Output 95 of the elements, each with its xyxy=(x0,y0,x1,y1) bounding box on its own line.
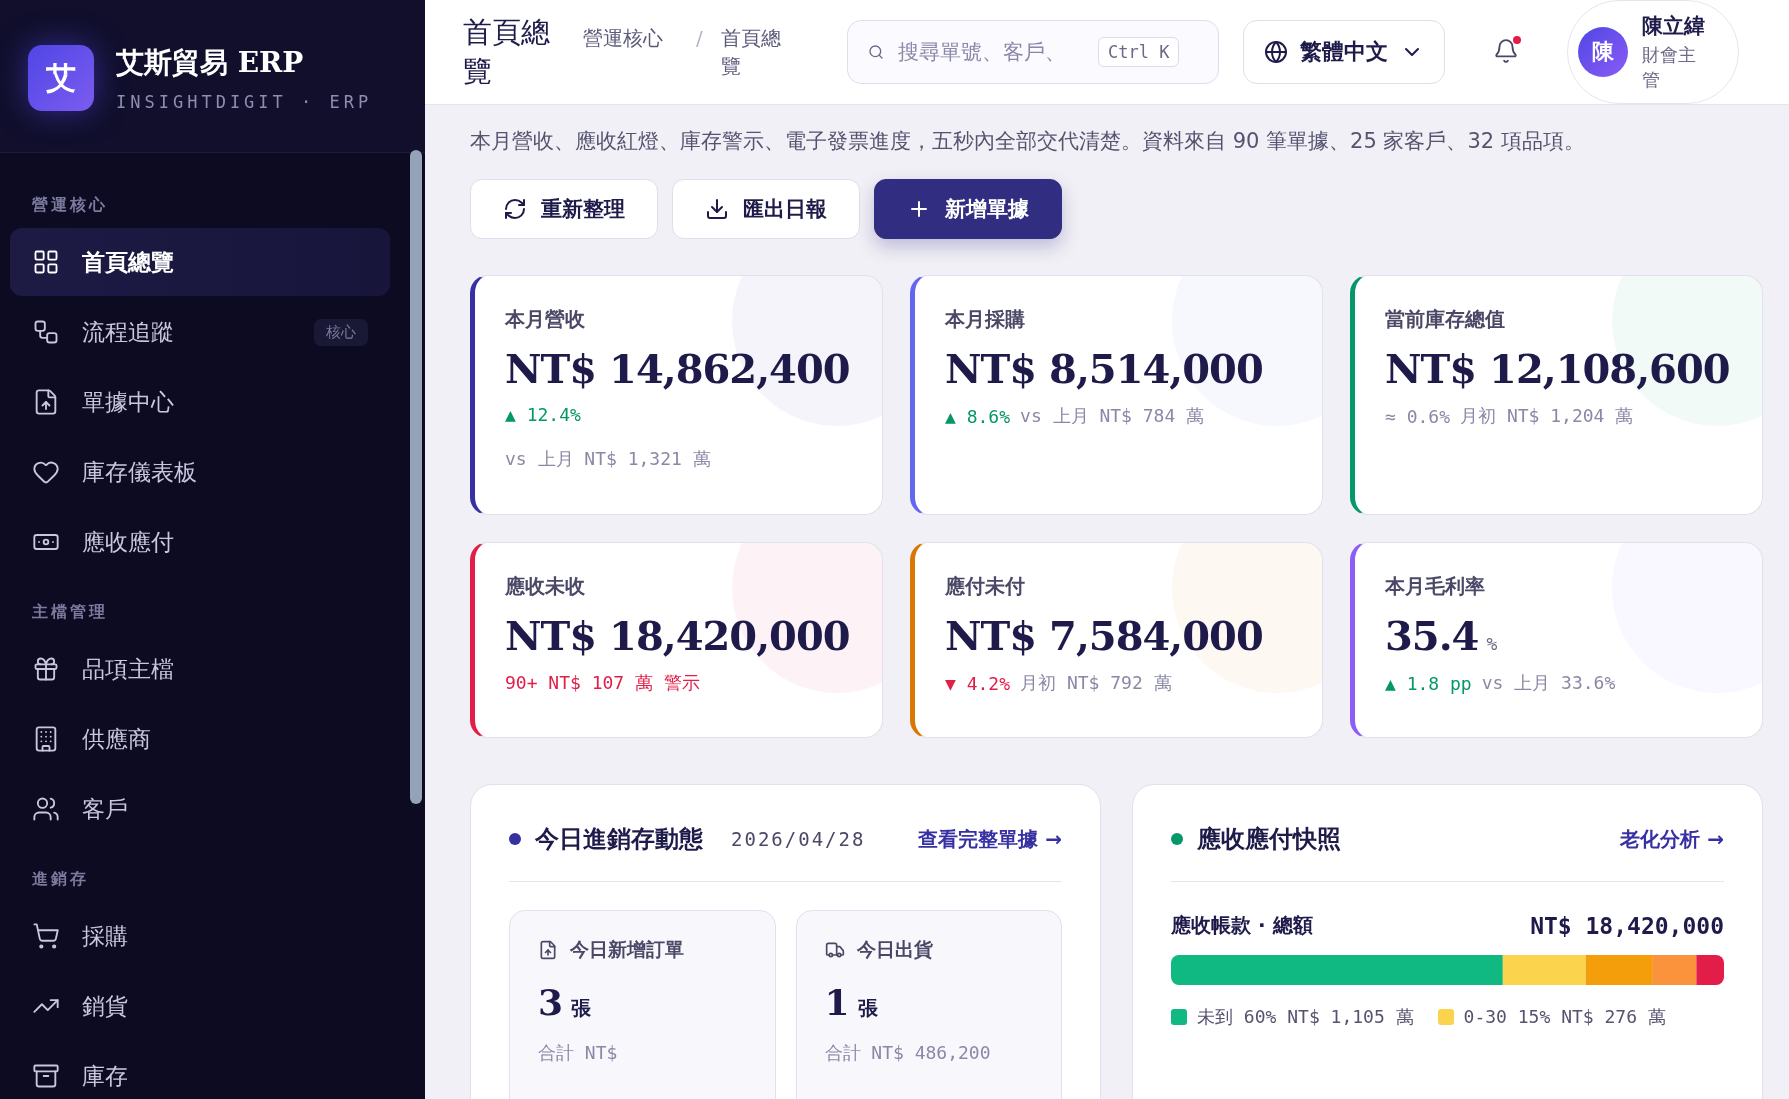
nav-item[interactable]: 庫存儀表板 xyxy=(10,438,390,506)
action-button[interactable]: 新增單據 xyxy=(874,179,1062,239)
kpi-note: 月初 NT$ 792 萬 xyxy=(1020,671,1172,695)
search-field[interactable]: 搜尋單號、客戶、 xyxy=(896,39,1086,65)
view-all-link[interactable]: 查看完整單據 → xyxy=(918,825,1062,853)
scrollbar-thumb[interactable] xyxy=(410,150,422,804)
kpi-label: 應付未付 xyxy=(945,573,1026,600)
globe-icon xyxy=(1264,40,1288,64)
kpi-trend: ▲ 8.6% xyxy=(945,405,1011,427)
user-avatar: 陳 xyxy=(1578,27,1628,77)
file-icon xyxy=(538,940,558,960)
workflow-icon xyxy=(32,318,60,346)
kpi-value: NT$ 18,420,000 xyxy=(505,612,851,659)
nav-item-label: 採購 xyxy=(82,921,129,951)
brand-subtitle: INSIGHTDIGIT · ERP xyxy=(116,92,373,112)
receivable-label: 應收帳款 · 總額 xyxy=(1171,912,1313,939)
stat-value: 3 張 xyxy=(538,981,593,1023)
download-icon xyxy=(705,197,729,221)
intro-text: 本月營收、應收紅燈、庫存警示、電子發票進度，五秒內全部交代清楚。資料來自 90 筆單據、25 家客戶、32 項品項。 xyxy=(470,128,1586,155)
archive-icon xyxy=(32,1062,60,1090)
nav-item-label: 客戶 xyxy=(82,794,129,824)
nav-item-label: 流程追蹤 xyxy=(82,317,175,347)
kpi-trend: ≈ 0.6% xyxy=(1385,405,1451,427)
kpi-label: 應收未收 xyxy=(505,573,586,600)
kpi-note: vs 上月 NT$ 784 萬 xyxy=(1020,404,1205,428)
nav-item[interactable]: 銷貨 xyxy=(10,972,390,1040)
nav-badge: 核心 xyxy=(314,318,368,346)
refresh-icon xyxy=(503,197,527,221)
search-icon xyxy=(868,44,884,60)
kpi-value: NT$ 7,584,000 xyxy=(945,612,1264,659)
receivable-total: NT$ 18,420,000 xyxy=(1530,912,1724,939)
nav-section-title: 進銷存 xyxy=(31,868,90,890)
stat-label: 今日新增訂單 xyxy=(538,937,747,963)
legend-item: 0-30 15% NT$ 276 萬 xyxy=(1437,1005,1666,1029)
nav-item[interactable]: 客戶 xyxy=(10,775,390,843)
stat-value: 1 張 xyxy=(824,981,879,1023)
kpi-trend: ▼ 4.2% xyxy=(945,672,1011,694)
legend-item: 未到 60% NT$ 1,105 萬 xyxy=(1171,1005,1414,1029)
kpi-label: 本月採購 xyxy=(945,306,1026,333)
nav-item-label: 品項主檔 xyxy=(82,654,175,684)
user-name: 陳立緯 xyxy=(1642,12,1706,40)
kpi-value: 35.4 % xyxy=(1385,612,1498,659)
panel-title: 應收應付快照 xyxy=(1197,824,1341,855)
nav-item[interactable]: 應收應付 xyxy=(10,508,390,576)
stat-total: 合計 NT$ 486,200 xyxy=(824,1041,992,1065)
nav-item-label: 應收應付 xyxy=(82,527,175,557)
stat-total: 合計 NT$ xyxy=(538,1041,619,1065)
kpi-note: vs 上月 NT$ 1,321 萬 xyxy=(505,447,712,471)
nav-item-label: 庫存 xyxy=(82,1061,129,1091)
kpi-label: 當前庫存總值 xyxy=(1385,306,1506,333)
kpi-trend: ▲ 1.8 pp xyxy=(1385,672,1472,694)
stat-label: 今日出貨 xyxy=(824,937,1033,963)
nav-item[interactable]: 流程追蹤 核心 xyxy=(10,298,390,366)
action-button[interactable]: 匯出日報 xyxy=(672,179,860,239)
aging-link[interactable]: 老化分析 → xyxy=(1620,825,1724,853)
nav-section-title: 主檔管理 xyxy=(31,601,109,623)
page-title: 首頁總覽 xyxy=(463,13,551,90)
gift-icon xyxy=(32,655,60,683)
kpi-label: 本月營收 xyxy=(505,306,586,333)
bell-icon xyxy=(1493,37,1519,64)
nav-item[interactable]: 庫存 xyxy=(10,1042,390,1099)
kpi-trend: ▲ 12.4% xyxy=(505,404,581,425)
nav-item[interactable]: 供應商 xyxy=(10,705,390,773)
language-select[interactable]: 繁體中文 xyxy=(1243,20,1445,84)
nav-item-label: 單據中心 xyxy=(82,387,175,417)
kpi-note: vs 上月 33.6% xyxy=(1481,671,1616,695)
truck-icon xyxy=(824,940,845,960)
nav-item[interactable]: 單據中心 xyxy=(10,368,390,436)
nav-item[interactable]: 採購 xyxy=(10,902,390,970)
user-role: 財會主管 xyxy=(1642,42,1697,92)
kpi-note: 90+ NT$ 107 萬 警示 xyxy=(505,671,700,695)
shortcut-hint: Ctrl K xyxy=(1098,37,1180,67)
nav-item-label: 銷貨 xyxy=(82,991,129,1021)
breadcrumb-link[interactable]: 營運核心 xyxy=(583,24,678,52)
nav-item-label: 供應商 xyxy=(82,724,152,754)
kpi-value: NT$ 14,862,400 xyxy=(505,345,851,392)
panel-title: 今日進銷存動態 xyxy=(535,824,703,855)
action-button[interactable]: 重新整理 xyxy=(470,179,658,239)
grid-icon xyxy=(32,248,60,276)
nav-item-label: 首頁總覽 xyxy=(82,247,175,277)
nav-item[interactable]: 首頁總覽 xyxy=(10,228,390,296)
breadcrumb-current: 首頁總覽 xyxy=(720,25,782,80)
users-icon xyxy=(32,795,60,823)
kpi-note: 月初 NT$ 1,204 萬 xyxy=(1460,404,1634,428)
kpi-label: 本月毛利率 xyxy=(1385,573,1486,600)
breadcrumb-separator: / xyxy=(696,25,703,52)
nav-item[interactable]: 品項主檔 xyxy=(10,635,390,703)
brand-logo: 艾 xyxy=(28,45,94,111)
kpi-value: NT$ 8,514,000 xyxy=(945,345,1264,392)
cart-icon xyxy=(32,922,60,950)
nav-item-label: 庫存儀表板 xyxy=(82,457,198,487)
brand-name: 艾斯貿易 ERP xyxy=(116,45,305,81)
kpi-value: NT$ 12,108,600 xyxy=(1385,345,1731,392)
panel-date: 2026/04/28 xyxy=(731,828,866,850)
nav-section-title: 營運核心 xyxy=(31,194,109,216)
